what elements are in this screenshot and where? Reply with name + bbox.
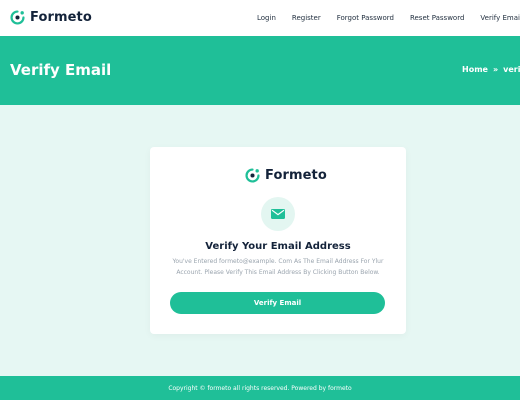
nav-item-register[interactable]: Register [292, 14, 321, 22]
top-navbar: Formeto Login Register Forgot Password R… [0, 0, 520, 36]
formeto-logo-icon [10, 10, 25, 25]
brand-logo[interactable]: Formeto [9, 9, 92, 26]
verify-email-card: Formeto Verify Your Email Address You've… [150, 147, 406, 334]
nav-item-login[interactable]: Login [257, 14, 276, 22]
envelope-badge [261, 197, 295, 231]
envelope-icon [271, 209, 285, 219]
page-title: Verify Email [10, 61, 112, 79]
card-brand-name: Formeto [265, 168, 327, 183]
card-description-line-1: You've Entered formeto@example. Com As T… [172, 258, 384, 265]
nav-item-verify-email[interactable]: Verify Email [480, 14, 520, 22]
nav-item-reset-password[interactable]: Reset Password [410, 14, 464, 22]
page-footer: Copyright © formeto all rights reserved.… [0, 376, 520, 400]
breadcrumb-current: verify [503, 65, 520, 74]
nav-item-forgot-password[interactable]: Forgot Password [337, 14, 394, 22]
page-hero-banner: Verify Email Home » verify [0, 36, 520, 105]
verify-email-button[interactable]: Verify Email [170, 292, 385, 314]
card-heading: Verify Your Email Address [205, 241, 351, 252]
formeto-logo-icon [245, 168, 260, 183]
brand-name: Formeto [30, 10, 92, 25]
breadcrumb-separator-icon: » [492, 65, 499, 74]
breadcrumb: Home » verify [462, 65, 520, 74]
card-description: You've Entered formeto@example. Com As T… [170, 256, 386, 278]
breadcrumb-home-link[interactable]: Home [462, 65, 488, 74]
main-nav: Login Register Forgot Password Reset Pas… [257, 0, 520, 36]
copyright-text: Copyright © formeto all rights reserved.… [168, 384, 352, 392]
card-description-line-2: Account. Please Verify This Email Addres… [176, 269, 380, 276]
card-brand-logo: Formeto [244, 167, 327, 184]
